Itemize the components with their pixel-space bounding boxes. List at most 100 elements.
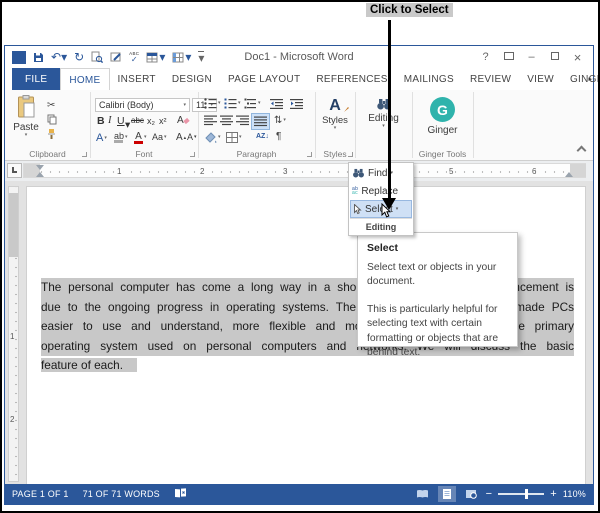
close-button[interactable]: ×: [566, 50, 589, 65]
ruler-mark: 1: [10, 332, 14, 341]
collapse-ribbon-icon[interactable]: [577, 146, 587, 156]
italic-button[interactable]: I: [108, 115, 112, 126]
select-tooltip: Select Select text or objects in your do…: [357, 232, 518, 347]
align-right-icon[interactable]: [236, 115, 249, 126]
save-icon[interactable]: [33, 52, 44, 63]
change-case-button[interactable]: Aa▾: [152, 132, 167, 142]
clear-formatting-button[interactable]: A: [177, 115, 189, 126]
tooltip-title: Select: [367, 241, 508, 256]
page-indicator[interactable]: PAGE 1 OF 1: [12, 489, 69, 499]
editing-group: Editing ▾: [355, 90, 412, 160]
tab-mailings[interactable]: MAILINGS: [396, 68, 462, 90]
zoom-level[interactable]: 110%: [563, 489, 586, 499]
ginger-icon: G: [430, 97, 455, 122]
format-painter-icon[interactable]: [47, 128, 56, 140]
print-preview-icon[interactable]: [91, 51, 103, 63]
minimize-button[interactable]: –: [520, 51, 543, 63]
zoom-slider-thumb[interactable]: [525, 489, 528, 499]
multilevel-list-icon[interactable]: ▾: [244, 98, 261, 109]
ribbon-display-options-button[interactable]: [497, 51, 520, 63]
menu-item-find[interactable]: Find▾: [350, 164, 412, 182]
font-name-combobox[interactable]: Calibri (Body)▾: [95, 98, 190, 112]
tab-home[interactable]: HOME: [60, 68, 109, 90]
status-bar: PAGE 1 OF 1 71 OF 71 WORDS − + 110%: [5, 484, 593, 504]
callout-arrowhead-icon: [382, 198, 396, 210]
word-window: W ↶▾ ↻ ABC✓ ▾ ▾ ▾ Doc1 - Microsoft Word …: [4, 45, 594, 505]
tab-page-layout[interactable]: PAGE LAYOUT: [220, 68, 308, 90]
tab-view[interactable]: VIEW: [519, 68, 562, 90]
pilcrow-icon[interactable]: ¶: [276, 131, 281, 142]
undo-icon[interactable]: ↶▾: [51, 51, 67, 63]
underline-caret-icon[interactable]: ▾: [125, 120, 130, 131]
bold-button[interactable]: B: [97, 115, 105, 127]
spelling-icon[interactable]: ABC✓: [129, 52, 139, 62]
word-count[interactable]: 71 OF 71 WORDS: [83, 489, 160, 499]
redo-icon[interactable]: ↻: [74, 51, 84, 63]
sort-icon[interactable]: AZ↓: [256, 133, 269, 140]
cut-icon[interactable]: ✂: [47, 100, 55, 111]
help-button[interactable]: ?: [474, 51, 497, 63]
grow-font-button[interactable]: A▴: [176, 132, 186, 143]
font-color-button[interactable]: A▾: [134, 131, 147, 144]
bullet-list-icon[interactable]: ▾: [204, 98, 221, 109]
font-dialog-launcher[interactable]: [190, 152, 195, 157]
line-spacing-icon[interactable]: ⇅▾: [274, 115, 286, 126]
title-bar: W ↶▾ ↻ ABC✓ ▾ ▾ ▾ Doc1 - Microsoft Word …: [5, 46, 593, 68]
font-group-label: Font: [90, 149, 198, 159]
align-left-icon[interactable]: [204, 115, 217, 126]
shrink-font-button[interactable]: A▾: [187, 132, 197, 142]
align-center-icon[interactable]: [220, 115, 233, 126]
copy-icon[interactable]: [47, 114, 57, 125]
shading-icon[interactable]: ▾: [204, 132, 221, 143]
zoom-out-button[interactable]: −: [486, 489, 493, 500]
justify-icon[interactable]: [251, 113, 270, 130]
tab-overflow-icon[interactable]: ▸: [588, 75, 592, 83]
text-effects-button[interactable]: A▾: [96, 132, 107, 144]
right-indent-marker[interactable]: [565, 172, 573, 177]
increase-indent-icon[interactable]: [290, 98, 303, 109]
subscript-button[interactable]: x₂: [147, 116, 155, 126]
tab-references[interactable]: REFERENCES: [308, 68, 395, 90]
tab-file[interactable]: FILE: [12, 68, 60, 90]
borders-button-icon[interactable]: ▾: [226, 132, 242, 143]
print-layout-icon[interactable]: [438, 486, 456, 502]
proofing-icon[interactable]: [174, 488, 187, 501]
ginger-button[interactable]: G Ginger: [412, 97, 473, 136]
paragraph-dialog-launcher[interactable]: [307, 152, 312, 157]
web-layout-icon[interactable]: [462, 486, 480, 502]
read-mode-icon[interactable]: [414, 486, 432, 502]
borders-icon[interactable]: ▾: [172, 51, 191, 63]
zoom-in-button[interactable]: +: [550, 489, 557, 500]
horizontal-ruler[interactable]: 1 2 3 5 6: [23, 163, 586, 178]
clipboard-dialog-launcher[interactable]: [82, 152, 87, 157]
numbered-list-icon[interactable]: ▾: [224, 98, 241, 109]
superscript-button[interactable]: x²: [159, 116, 167, 126]
word-logo-icon[interactable]: W: [12, 51, 26, 64]
decrease-indent-icon[interactable]: [270, 98, 283, 109]
tab-review[interactable]: REVIEW: [462, 68, 519, 90]
table-icon[interactable]: ▾: [146, 51, 165, 63]
styles-group: A Styles ▾ Styles: [315, 90, 355, 160]
strikethrough-button[interactable]: abc: [131, 116, 144, 125]
first-line-indent-marker[interactable]: [36, 165, 44, 170]
find-icon: [352, 168, 365, 178]
styles-button[interactable]: A Styles ▾: [315, 97, 355, 131]
ruler-mark: 5: [447, 167, 455, 176]
editing-button[interactable]: Editing ▾: [355, 98, 412, 129]
text-highlight-button[interactable]: ab▾: [114, 131, 128, 143]
tab-insert[interactable]: INSERT: [110, 68, 164, 90]
ruler-row: 1 2 3 5 6: [5, 161, 593, 181]
hanging-indent-marker[interactable]: [36, 172, 44, 177]
quick-edit-icon[interactable]: [110, 51, 122, 63]
vertical-ruler[interactable]: 1 2: [8, 186, 19, 482]
tab-design[interactable]: DESIGN: [164, 68, 220, 90]
styles-dialog-launcher[interactable]: [348, 152, 353, 157]
zoom-slider[interactable]: [498, 493, 544, 495]
tab-ginger[interactable]: GINGER: [562, 68, 600, 90]
tab-selector[interactable]: [7, 163, 22, 178]
underline-button[interactable]: U: [117, 115, 125, 127]
paste-button[interactable]: Paste ▾: [11, 95, 41, 138]
maximize-button[interactable]: [543, 51, 566, 63]
menu-item-replace[interactable]: abac Replace: [350, 182, 412, 200]
qat-customize-icon[interactable]: ▾: [198, 51, 204, 64]
